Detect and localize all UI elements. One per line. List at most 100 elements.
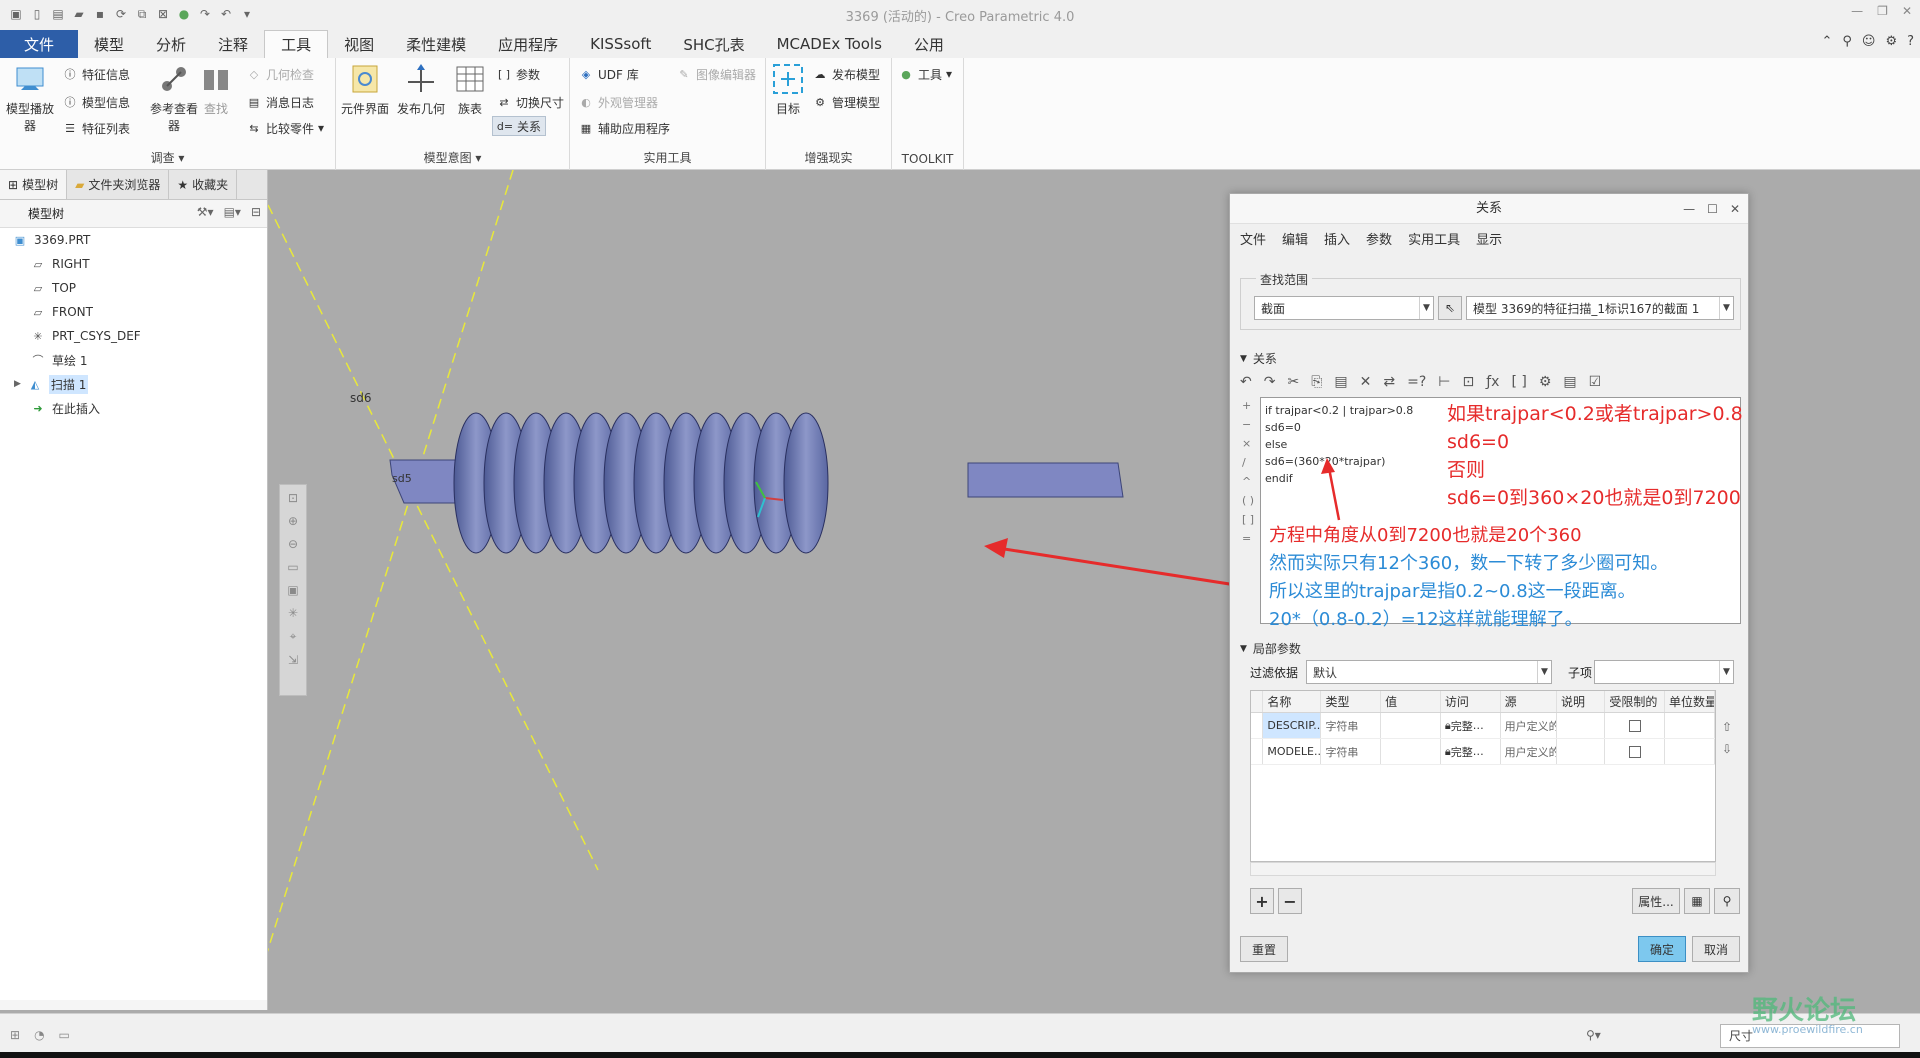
customize-icon[interactable]: ▾ [239, 6, 255, 22]
browser-toggle-icon[interactable]: ◔ [34, 1028, 44, 1042]
tab-view[interactable]: 视图 [328, 30, 390, 58]
param-access[interactable]: 🔒︎ 完整 … [1441, 713, 1501, 738]
tab-tools[interactable]: 工具 [264, 30, 329, 58]
close-window-icon[interactable]: ⊠ [155, 6, 171, 22]
feature-info-button[interactable]: ⓘ 特征信息 [62, 64, 131, 84]
evaluate-icon[interactable]: =? [1407, 374, 1426, 390]
spin-center-icon[interactable]: ⌖ [290, 629, 297, 644]
relations-section-header[interactable]: ▼ 关系 [1240, 350, 1277, 367]
tab-common[interactable]: 公用 [898, 30, 960, 58]
dimension-sd6-label[interactable]: sd6 [350, 391, 372, 405]
table-row[interactable]: DESCRIP... 字符串 🔒︎ 完整 … 用户定义的 [1251, 713, 1715, 739]
user-icon[interactable]: ☺ [1862, 34, 1876, 49]
show-icon[interactable]: ▤▾ [224, 205, 241, 219]
select-arrow-button[interactable]: ⇖ [1438, 296, 1462, 320]
compare-part-button[interactable]: ⇆ 比较零件 ▾ [246, 118, 324, 138]
copy-icon[interactable]: ⎘ [1311, 374, 1322, 390]
close-icon[interactable]: ✕ [1902, 4, 1912, 18]
tree-item-part[interactable]: ▣ 3369.PRT [0, 228, 267, 252]
col-access[interactable]: 访问 [1441, 691, 1501, 712]
col-restricted[interactable]: 受限制的 [1605, 691, 1666, 712]
col-name[interactable]: 名称 [1263, 691, 1322, 712]
tab-annotate[interactable]: 注释 [202, 30, 264, 58]
target-button[interactable]: 目标 [768, 62, 808, 117]
expand-icon[interactable]: ▶ [14, 379, 21, 389]
table-view-button[interactable]: ▦ [1684, 888, 1710, 914]
paren-op[interactable]: ( ) [1242, 494, 1254, 507]
redo-icon[interactable]: ↷ [1264, 374, 1276, 390]
times-op[interactable]: × [1242, 437, 1254, 450]
restricted-checkbox[interactable] [1629, 719, 1642, 732]
redo-icon[interactable]: ↷ [197, 6, 213, 22]
brackets-icon[interactable]: [ ] [1511, 374, 1526, 390]
menu-edit[interactable]: 编辑 [1282, 229, 1308, 248]
tree-item-right[interactable]: ▱ RIGHT [0, 252, 267, 276]
param-description[interactable] [1557, 713, 1606, 738]
switch-dimensions-button[interactable]: ⇄ 切换尺寸 [496, 92, 564, 112]
udf-library-button[interactable]: ◈ UDF 库 [578, 64, 639, 84]
datum-display-icon[interactable]: ✳ [288, 606, 298, 620]
param-value[interactable] [1381, 713, 1441, 738]
equals-op[interactable]: = [1242, 532, 1254, 545]
tree-item-csys[interactable]: ✳ PRT_CSYS_DEF [0, 324, 267, 348]
function-icon[interactable]: ƒx [1486, 374, 1499, 390]
find-param-button[interactable]: ⚲ [1714, 888, 1740, 914]
toolkit-tools-button[interactable]: ● 工具 ▾ [898, 64, 952, 84]
family-table-button[interactable]: 族表 [448, 62, 492, 117]
tab-analysis[interactable]: 分析 [140, 30, 202, 58]
image-editor-button[interactable]: ✎ 图像编辑器 [676, 64, 756, 84]
zoom-in-icon[interactable]: ⊕ [288, 514, 298, 528]
chevron-up-icon[interactable]: ⌃ [1821, 34, 1832, 49]
table-row[interactable]: MODELE... 字符串 🔒︎ 完整 … 用户定义的 [1251, 739, 1715, 765]
tree-settings-icon[interactable]: ⚒▾ [197, 205, 214, 219]
tab-flexible-modeling[interactable]: 柔性建模 [390, 30, 482, 58]
lookup-target-select[interactable]: 模型 3369的特征扫描_1标识167的截面 1 ▼ [1466, 296, 1734, 320]
parameters-button[interactable]: [ ] 参数 [496, 64, 540, 84]
ok-button[interactable]: 确定 [1638, 936, 1686, 962]
repaint-icon[interactable]: ▭ [287, 560, 298, 574]
tab-model[interactable]: 模型 [78, 30, 140, 58]
move-up-icon[interactable]: ⇧ [1722, 720, 1732, 734]
tab-model-tree[interactable]: ⊞ 模型树 [0, 170, 68, 199]
navigator-toggle-icon[interactable]: ⊞ [10, 1028, 20, 1042]
new-file-icon[interactable]: ▯ [29, 6, 45, 22]
restore-icon[interactable]: ❐ [1877, 4, 1888, 18]
model-info-button[interactable]: ⓘ 模型信息 [62, 92, 131, 112]
annotation-display-icon[interactable]: ⇲ [288, 653, 298, 667]
auxiliary-app-button[interactable]: ▦ 辅助应用程序 [578, 118, 670, 138]
params-horizontal-scrollbar[interactable] [1250, 862, 1716, 876]
filter-select[interactable]: 默认 ▼ [1306, 660, 1552, 684]
search-icon[interactable]: ⚲ [1842, 34, 1852, 49]
tab-folder-browser[interactable]: ▰ 文件夹浏览器 [67, 170, 170, 199]
save-icon[interactable]: ▪ [92, 6, 108, 22]
tab-favorites[interactable]: ★ 收藏夹 [169, 170, 238, 199]
menu-show[interactable]: 显示 [1476, 229, 1502, 248]
regenerate-icon[interactable]: ⟳ [113, 6, 129, 22]
verify-icon[interactable]: ☑ [1589, 374, 1602, 390]
green-status-icon[interactable]: ● [176, 6, 192, 22]
model-player-button[interactable]: 模型播放器 [2, 62, 58, 134]
param-access[interactable]: 🔒︎ 完整 … [1441, 739, 1501, 764]
close-icon[interactable]: ✕ [1730, 194, 1740, 224]
menu-insert[interactable]: 插入 [1324, 229, 1350, 248]
properties-button[interactable]: 属性... [1632, 888, 1680, 914]
maximize-icon[interactable]: ☐ [1707, 194, 1718, 224]
undo-icon[interactable]: ↶ [218, 6, 234, 22]
local-params-section-header[interactable]: ▼ 局部参数 [1240, 640, 1301, 657]
help-icon[interactable]: ? [1907, 34, 1914, 49]
find-icon[interactable]: ⚲▾ [1586, 1028, 1601, 1042]
group-label-investigate[interactable]: 调查 ▾ [0, 149, 335, 166]
tab-shc-hole-table[interactable]: SHC孔表 [667, 30, 760, 58]
group-label-model-intent[interactable]: 模型意图 ▾ [336, 149, 569, 166]
dimension-sd5-label[interactable]: sd5 [392, 472, 412, 485]
minimize-icon[interactable]: — [1683, 194, 1695, 224]
tree-item-top[interactable]: ▱ TOP [0, 276, 267, 300]
restricted-checkbox[interactable] [1629, 745, 1642, 758]
param-name[interactable]: MODELE... [1263, 739, 1322, 764]
col-description[interactable]: 说明 [1557, 691, 1606, 712]
zoom-out-icon[interactable]: ⊖ [288, 537, 298, 551]
tab-applications[interactable]: 应用程序 [482, 30, 574, 58]
relations-list-icon[interactable]: ▤ [1563, 374, 1576, 390]
plus-op[interactable]: + [1242, 399, 1254, 412]
reset-button[interactable]: 重置 [1240, 936, 1288, 962]
